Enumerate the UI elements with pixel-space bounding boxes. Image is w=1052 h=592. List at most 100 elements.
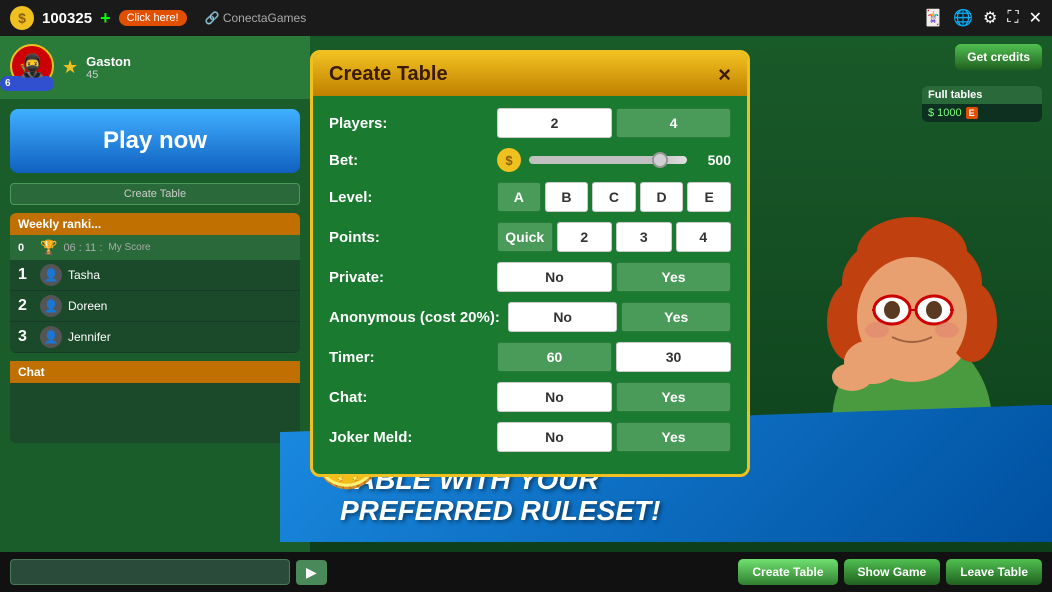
level-b-button[interactable]: B — [545, 182, 589, 212]
private-row: Private: No Yes — [329, 262, 731, 292]
user-name: Gaston — [86, 54, 131, 69]
logo-label: 🔗 ConectaGames — [205, 11, 307, 25]
rank-avatar-2: 👤 — [40, 295, 62, 317]
players-4-button[interactable]: 4 — [616, 108, 731, 138]
modal-header: Create Table × — [313, 53, 747, 96]
level-d-button[interactable]: D — [640, 182, 684, 212]
modal-title: Create Table — [329, 63, 448, 86]
play-now-button[interactable]: Play now — [10, 109, 300, 173]
modal-close-button[interactable]: × — [718, 64, 731, 86]
level-a-button[interactable]: A — [497, 182, 541, 212]
leave-table-button[interactable]: Leave Table — [946, 559, 1042, 585]
joker-meld-controls: No Yes — [497, 422, 731, 452]
rank-avatar-3: 👤 — [40, 326, 62, 348]
promo-line3: PREFERRED RULESET! — [340, 496, 1032, 527]
level-e-button[interactable]: E — [687, 182, 731, 212]
level-controls: A B C D E — [497, 182, 731, 212]
chat-controls: No Yes — [497, 382, 731, 412]
joker-meld-label: Joker Meld: — [329, 429, 489, 446]
modal-body: Players: 2 4 Bet: $ 500 Level: A B C — [313, 96, 747, 474]
weekly-ranking-title: Weekly ranki... — [10, 213, 300, 235]
chat-row: Chat: No Yes — [329, 382, 731, 412]
points-controls: Quick 2 3 4 — [497, 222, 731, 252]
chat-no-button[interactable]: No — [497, 382, 612, 412]
joker-meld-no-button[interactable]: No — [497, 422, 612, 452]
bet-value: 500 — [695, 152, 731, 168]
chat-send-button[interactable]: ▶ — [296, 560, 327, 585]
anonymous-label: Anonymous (cost 20%): — [329, 309, 500, 326]
table-badge: E — [966, 107, 978, 119]
points-4-button[interactable]: 4 — [676, 222, 732, 252]
level-c-button[interactable]: C — [592, 182, 636, 212]
chat-input[interactable] — [10, 559, 290, 585]
bet-coin-icon: $ — [497, 148, 521, 172]
get-credits-button[interactable]: Get credits — [955, 44, 1042, 70]
private-controls: No Yes — [497, 262, 731, 292]
star-icon: ★ — [62, 57, 78, 78]
private-yes-button[interactable]: Yes — [616, 262, 731, 292]
bet-slider[interactable] — [529, 156, 687, 164]
coin-icon: $ — [10, 6, 34, 30]
table-amount: $ 1000 — [928, 107, 962, 119]
players-row: Players: 2 4 — [329, 108, 731, 138]
my-time: 06 : 11 : — [63, 242, 102, 254]
joker-meld-row: Joker Meld: No Yes — [329, 422, 731, 452]
rank-row-1: 1 👤 Tasha — [10, 260, 300, 291]
bet-slider-thumb[interactable] — [652, 152, 668, 168]
close-icon[interactable]: ✕ — [1029, 8, 1042, 28]
anonymous-yes-button[interactable]: Yes — [621, 302, 731, 332]
players-label: Players: — [329, 115, 489, 132]
full-tables-title: Full tables — [922, 86, 1042, 104]
my-rank-num: 0 — [18, 242, 34, 254]
chat-body — [10, 383, 300, 443]
timer-controls: 60 30 — [497, 342, 731, 372]
rank-name-2: Doreen — [68, 299, 107, 313]
points-2-button[interactable]: 2 — [557, 222, 613, 252]
anonymous-row: Anonymous (cost 20%): No Yes — [329, 302, 731, 332]
create-table-button[interactable]: Create Table — [738, 559, 837, 585]
points-label: Points: — [329, 229, 489, 246]
full-tables-row: $ 1000 E — [922, 104, 1042, 122]
points-row: Points: Quick 2 3 4 — [329, 222, 731, 252]
fullscreen-icon[interactable]: ⛶ — [1007, 9, 1018, 27]
timer-60-button[interactable]: 60 — [497, 342, 612, 372]
rank-name-1: Tasha — [68, 268, 100, 282]
create-table-small-label[interactable]: Create Table — [10, 183, 300, 205]
bet-row: Bet: $ 500 — [329, 148, 731, 172]
level-label: Level: — [329, 189, 489, 206]
chat-yes-button[interactable]: Yes — [616, 382, 731, 412]
cards-icon[interactable]: 🃏 — [923, 8, 943, 28]
rank-row-3: 3 👤 Jennifer — [10, 322, 300, 353]
chat-title: Chat — [10, 361, 300, 383]
bottom-bar: ▶ Create Table Show Game Leave Table — [0, 552, 1052, 592]
private-no-button[interactable]: No — [497, 262, 612, 292]
level-row: Level: A B C D E — [329, 182, 731, 212]
show-game-button[interactable]: Show Game — [844, 559, 941, 585]
click-here-label[interactable]: Click here! — [119, 10, 187, 26]
top-bar: $ 100325 + Click here! 🔗 ConectaGames 🃏 … — [0, 0, 1052, 36]
private-label: Private: — [329, 269, 489, 286]
rank-name-3: Jennifer — [68, 330, 111, 344]
bet-controls: $ 500 — [497, 148, 731, 172]
my-score-label: My Score — [108, 242, 150, 253]
anonymous-no-button[interactable]: No — [508, 302, 618, 332]
top-icons: 🃏 🌐 ⚙ ⛶ ✕ — [923, 8, 1042, 28]
players-2-button[interactable]: 2 — [497, 108, 612, 138]
trophy-icon: 🏆 — [40, 239, 57, 256]
rank-num-1: 1 — [18, 266, 34, 284]
chat-section: Chat — [10, 361, 300, 443]
globe-icon[interactable]: 🌐 — [953, 8, 973, 28]
chat-setting-label: Chat: — [329, 389, 489, 406]
joker-meld-yes-button[interactable]: Yes — [616, 422, 731, 452]
timer-row: Timer: 60 30 — [329, 342, 731, 372]
points-quick-button[interactable]: Quick — [497, 222, 553, 252]
rank-num-2: 2 — [18, 297, 34, 315]
user-score: 45 — [86, 69, 131, 81]
my-rank-row: 0 🏆 06 : 11 : My Score — [10, 235, 300, 260]
anonymous-controls: No Yes — [508, 302, 731, 332]
add-icon: + — [100, 8, 111, 29]
points-3-button[interactable]: 3 — [616, 222, 672, 252]
rank-avatar-1: 👤 — [40, 264, 62, 286]
gear-icon[interactable]: ⚙ — [983, 8, 997, 28]
timer-30-button[interactable]: 30 — [616, 342, 731, 372]
